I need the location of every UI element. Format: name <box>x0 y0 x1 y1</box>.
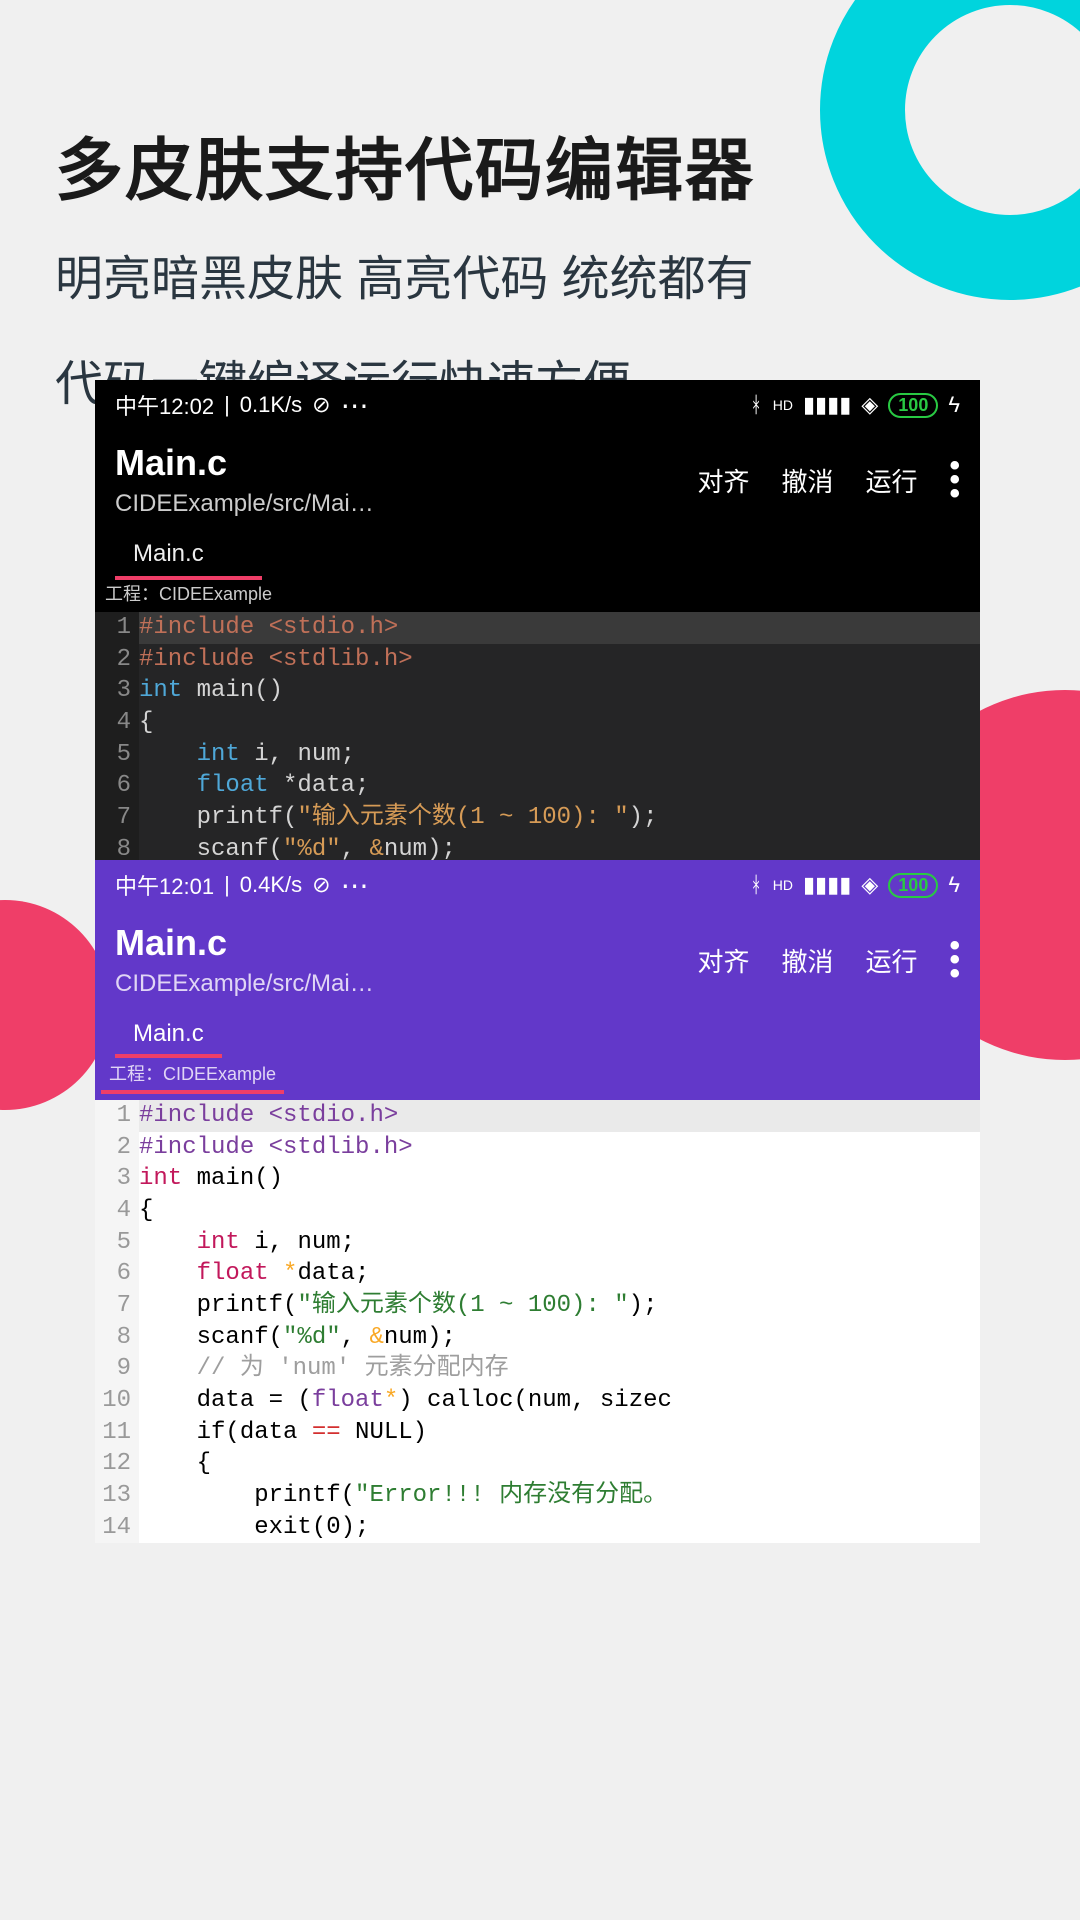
charging-icon: ϟ <box>948 872 960 898</box>
status-time: 中午12:02 <box>115 389 214 421</box>
do-not-disturb-icon: ⊘ <box>312 872 330 898</box>
tab-bar: Main.c <box>95 1012 980 1058</box>
wifi-icon: ◈ <box>861 872 878 898</box>
battery-indicator: 100 <box>888 873 938 898</box>
bluetooth-icon: ᚼ <box>750 872 763 898</box>
code-editor-light[interactable]: 1#include <stdio.h> 2#include <stdlib.h>… <box>95 1100 980 1543</box>
status-net-speed: 0.4K/s <box>240 872 302 898</box>
file-path: CIDEExample/src/Mai… <box>115 490 697 518</box>
hero-block: 多皮肤支持代码编辑器 明亮暗黑皮肤 高亮代码 统统都有 代码一键编译运行快速方便 <box>55 115 1020 424</box>
file-title: Main.c <box>115 922 697 964</box>
do-not-disturb-icon: ⊘ <box>312 392 330 418</box>
wifi-icon: ◈ <box>861 392 878 418</box>
tab-main-c[interactable]: Main.c <box>115 1012 222 1058</box>
phone-preview-light: 中午12:01| 0.4K/s ⊘ ᚼ HD ▮▮▮▮ ◈ 100 ϟ Main… <box>95 860 980 1543</box>
align-button[interactable]: 对齐 <box>697 942 749 979</box>
undo-button[interactable]: 撤消 <box>781 942 833 979</box>
bluetooth-icon: ᚼ <box>750 392 763 418</box>
status-bar: 中午12:01| 0.4K/s ⊘ ᚼ HD ▮▮▮▮ ◈ 100 ϟ <box>95 860 980 910</box>
run-button[interactable]: 运行 <box>865 942 917 979</box>
signal-icon: ▮▮▮▮ <box>803 392 851 418</box>
hero-title: 多皮肤支持代码编辑器 <box>55 115 1020 214</box>
project-label: 工程：CIDEExample <box>95 578 980 612</box>
app-bar: Main.c CIDEExample/src/Mai… 对齐 撤消 运行 ••• <box>95 430 980 532</box>
tab-main-c[interactable]: Main.c <box>115 532 222 578</box>
status-more-icon <box>341 869 369 902</box>
signal-icon: ▮▮▮▮ <box>803 872 851 898</box>
more-menu-icon[interactable]: ••• <box>949 460 960 500</box>
hd-icon: HD <box>773 877 793 893</box>
hd-icon: HD <box>773 397 793 413</box>
more-menu-icon[interactable]: ••• <box>949 940 960 980</box>
charging-icon: ϟ <box>948 392 960 418</box>
decoration-pink-small <box>0 900 110 1110</box>
run-button[interactable]: 运行 <box>865 462 917 499</box>
hero-subtitle-1: 明亮暗黑皮肤 高亮代码 统统都有 <box>55 242 1020 319</box>
battery-indicator: 100 <box>888 393 938 418</box>
tab-bar: Main.c <box>95 532 980 578</box>
app-bar: Main.c CIDEExample/src/Mai… 对齐 撤消 运行 ••• <box>95 910 980 1012</box>
file-title: Main.c <box>115 442 697 484</box>
align-button[interactable]: 对齐 <box>697 462 749 499</box>
undo-button[interactable]: 撤消 <box>781 462 833 499</box>
status-more-icon <box>341 389 369 422</box>
status-bar: 中午12:02| 0.1K/s ⊘ ᚼ HD ▮▮▮▮ ◈ 100 ϟ <box>95 380 980 430</box>
file-path: CIDEExample/src/Mai… <box>115 970 697 998</box>
status-time: 中午12:01 <box>115 869 214 901</box>
status-net-speed: 0.1K/s <box>240 392 302 418</box>
project-label: 工程：CIDEExample <box>101 1058 284 1094</box>
